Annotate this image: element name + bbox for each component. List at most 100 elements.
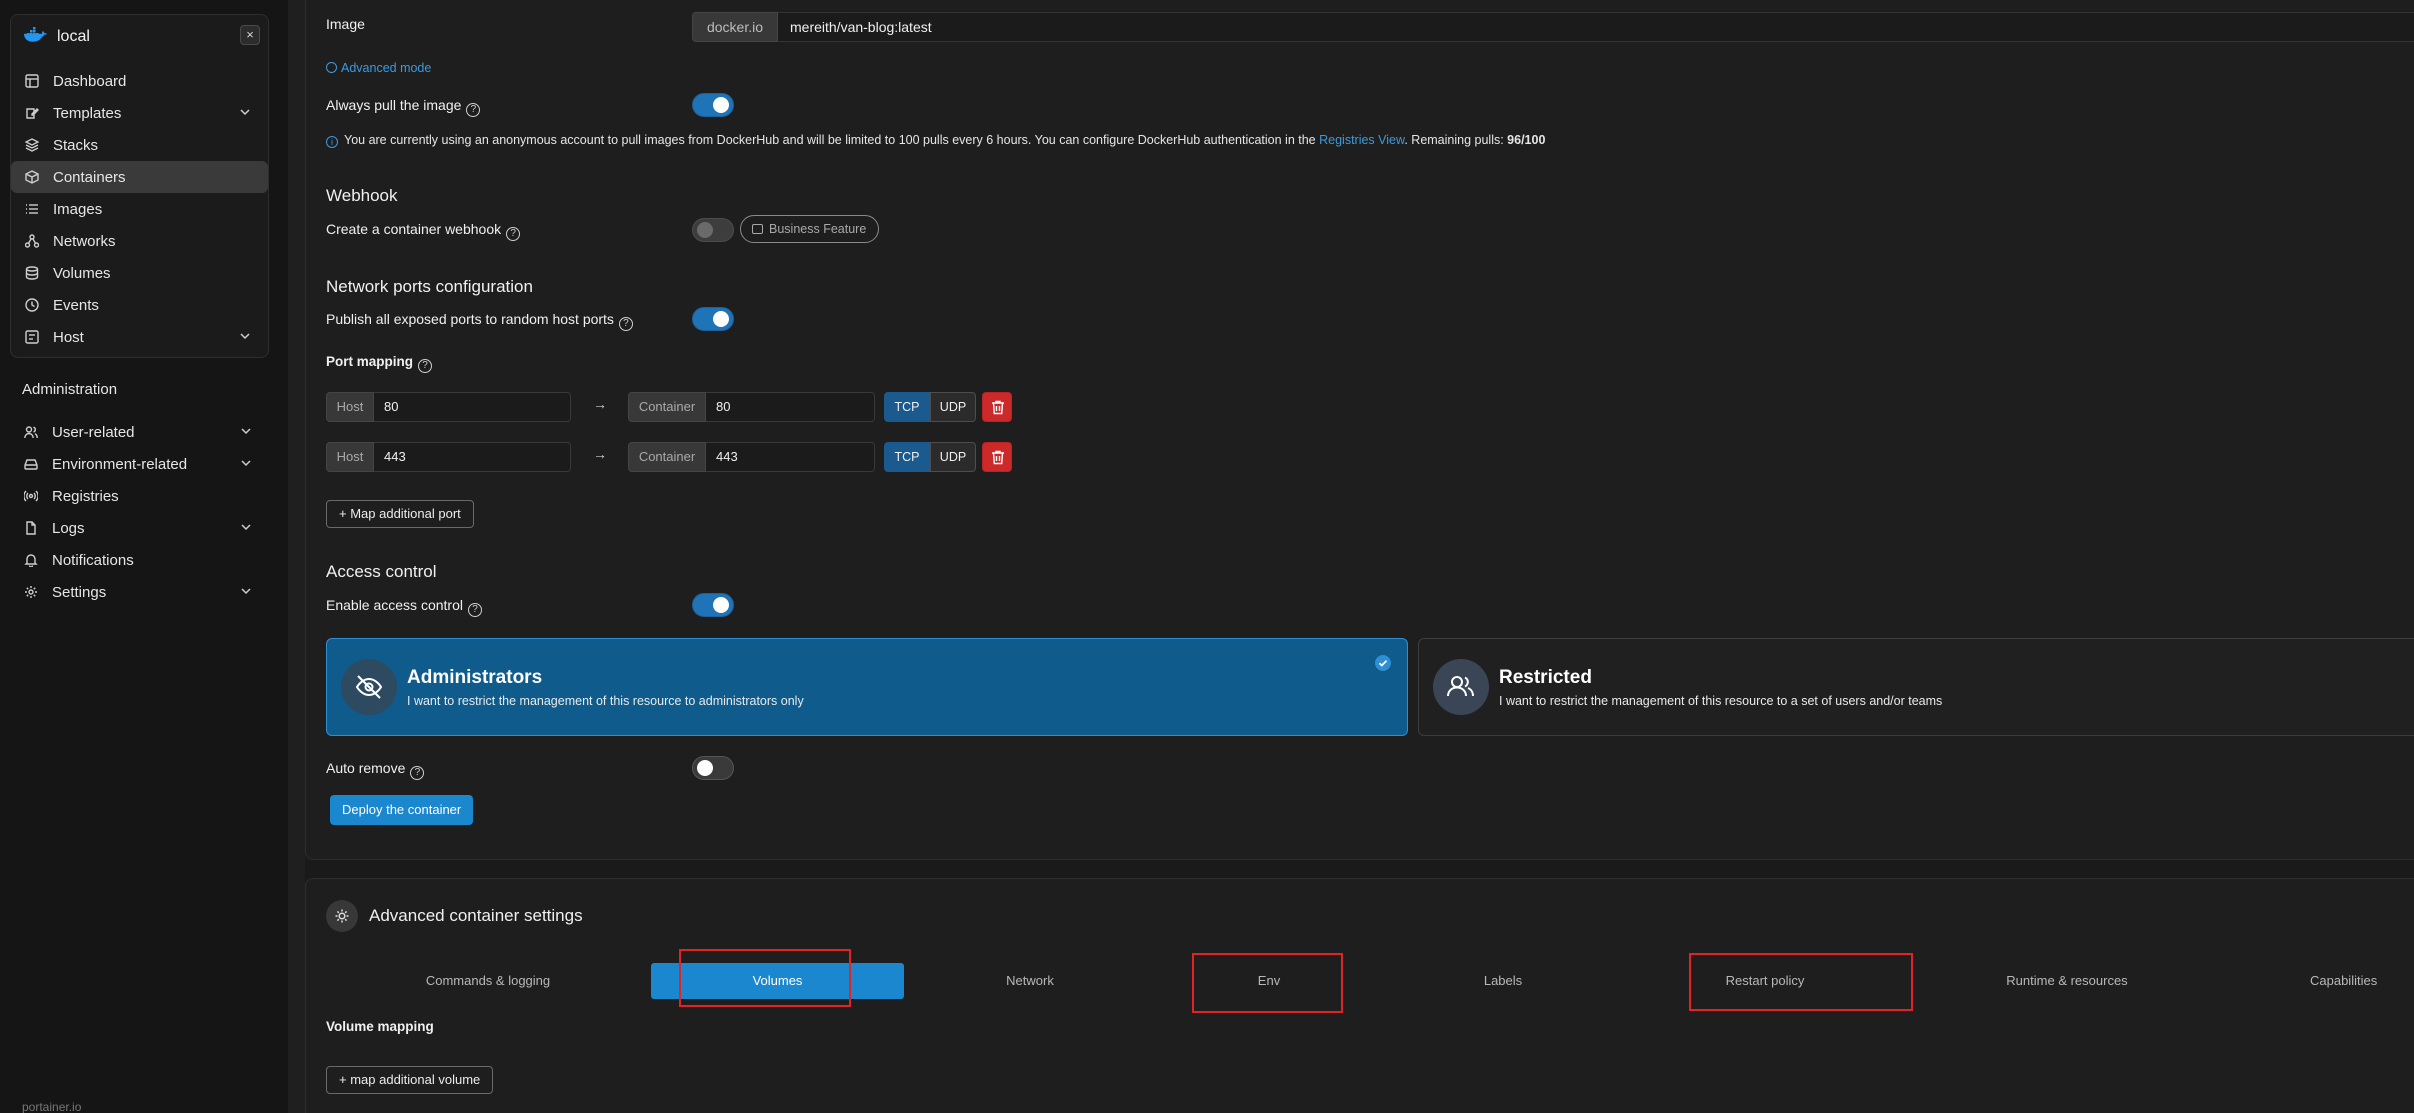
publish-ports-toggle[interactable] — [692, 307, 734, 331]
highlight-box-volumes — [679, 949, 851, 1007]
host-prefix: Host — [326, 392, 374, 422]
auto-remove-toggle[interactable] — [692, 756, 734, 780]
chevron-down-icon — [239, 584, 253, 598]
nav-stacks[interactable]: Stacks — [11, 129, 268, 161]
tab-labels[interactable]: Labels — [1390, 963, 1616, 999]
webhook-toggle[interactable] — [692, 218, 734, 242]
port-mapping-row: Host 443 → Container 443 TCP UDP — [326, 442, 1026, 472]
toggle-knob — [697, 222, 713, 238]
nav-images[interactable]: Images — [11, 193, 268, 225]
docker-whale-icon — [23, 27, 47, 47]
nav-networks[interactable]: Networks — [11, 225, 268, 257]
nav-templates[interactable]: Templates — [11, 97, 268, 129]
volume-mapping-heading: Volume mapping — [326, 1019, 434, 1034]
nav-settings[interactable]: Settings — [10, 576, 269, 608]
tcp-toggle[interactable]: TCP — [884, 442, 930, 472]
nav-label: Host — [53, 328, 84, 346]
nav-label: Templates — [53, 104, 122, 122]
container-port-input[interactable]: 443 — [706, 442, 875, 472]
stacks-icon — [25, 138, 39, 152]
nav-user-related[interactable]: User-related — [10, 416, 269, 448]
chevron-down-icon — [238, 329, 252, 343]
administration-nav: User-related Environment-related Registr… — [10, 416, 269, 608]
delete-port-button[interactable] — [982, 442, 1012, 472]
udp-toggle[interactable]: UDP — [930, 392, 976, 422]
udp-toggle[interactable]: UDP — [930, 442, 976, 472]
port-mapping-label: Port mapping? — [326, 354, 432, 373]
info-text-remaining: . Remaining pulls: — [1404, 133, 1508, 147]
registries-view-link[interactable]: Registries View — [1319, 133, 1404, 147]
tab-runtime-resources[interactable]: Runtime & resources — [1950, 963, 2184, 999]
environment-icon — [24, 457, 38, 471]
map-additional-volume-button[interactable]: + map additional volume — [326, 1066, 494, 1094]
toggle-knob — [713, 311, 729, 327]
container-prefix: Container — [628, 392, 706, 422]
dockerhub-info-message: i You are currently using an anonymous ac… — [326, 133, 1545, 148]
bell-icon — [24, 553, 38, 567]
chevron-down-icon — [239, 424, 253, 438]
nav-notifications[interactable]: Notifications — [10, 544, 269, 576]
map-additional-port-button[interactable]: + Map additional port — [326, 500, 474, 528]
restricted-option-card[interactable]: Restricted I want to restrict the manage… — [1418, 638, 2414, 736]
port-mapping-text: Port mapping — [326, 354, 413, 369]
administrators-option-card[interactable]: Administrators I want to restrict the ma… — [326, 638, 1408, 736]
close-environment-button[interactable]: × — [240, 25, 260, 45]
restricted-title: Restricted — [1499, 667, 1592, 688]
business-feature-badge: Business Feature — [740, 215, 880, 243]
clock-icon — [25, 298, 39, 312]
webhook-label: Create a container webhook? — [326, 221, 521, 241]
check-circle-icon — [1375, 655, 1391, 671]
auto-remove-label: Auto remove? — [326, 760, 425, 780]
container-prefix: Container — [628, 442, 706, 472]
tab-network[interactable]: Network — [915, 963, 1145, 999]
always-pull-label: Always pull the image? — [326, 97, 481, 117]
help-icon: ? — [618, 317, 633, 331]
nav-logs[interactable]: Logs — [10, 512, 269, 544]
help-icon: ? — [467, 603, 482, 617]
images-icon — [25, 202, 39, 216]
tab-capabilities[interactable]: Capabilities — [2310, 963, 2414, 999]
nav-containers[interactable]: Containers — [11, 161, 268, 193]
webhook-heading: Webhook — [326, 186, 398, 205]
nav-volumes[interactable]: Volumes — [11, 257, 268, 289]
environment-nav: Dashboard Templates Stacks Containers Im… — [11, 65, 268, 353]
highlight-box-restart-policy — [1689, 953, 1913, 1011]
always-pull-toggle[interactable] — [692, 93, 734, 117]
info-icon: i — [326, 136, 338, 148]
publish-ports-label: Publish all exposed ports to random host… — [326, 311, 633, 331]
always-pull-text: Always pull the image — [326, 97, 462, 113]
image-input[interactable]: mereith/van-blog:latest — [778, 12, 2414, 42]
auto-remove-text: Auto remove — [326, 760, 406, 776]
container-port-input[interactable]: 80 — [706, 392, 875, 422]
nav-registries[interactable]: Registries — [10, 480, 269, 512]
administrators-description: I want to restrict the management of thi… — [407, 694, 804, 708]
image-label: Image — [326, 16, 365, 32]
deploy-container-button[interactable]: Deploy the container — [330, 795, 474, 825]
access-control-toggle[interactable] — [692, 593, 734, 617]
delete-port-button[interactable] — [982, 392, 1012, 422]
gear-icon — [24, 585, 38, 599]
access-control-text: Enable access control — [326, 597, 463, 613]
nav-environment-related[interactable]: Environment-related — [10, 448, 269, 480]
advanced-mode-link[interactable]: Advanced mode — [326, 61, 431, 75]
logs-icon — [24, 521, 38, 535]
trash-icon — [992, 400, 1004, 415]
nav-label: Events — [53, 296, 99, 314]
restricted-description: I want to restrict the management of thi… — [1499, 694, 1943, 708]
environment-header: local — [23, 25, 258, 49]
nav-label: Stacks — [53, 136, 99, 154]
nav-events[interactable]: Events — [11, 289, 268, 321]
host-port-input[interactable]: 80 — [374, 392, 571, 422]
trash-icon — [992, 450, 1004, 465]
nav-label: User-related — [52, 423, 135, 441]
nav-host[interactable]: Host — [11, 321, 268, 353]
administrators-title: Administrators — [407, 667, 543, 688]
tcp-toggle[interactable]: TCP — [884, 392, 930, 422]
eye-off-icon — [341, 659, 397, 715]
toggle-knob — [697, 760, 713, 776]
host-port-input[interactable]: 443 — [374, 442, 571, 472]
nav-dashboard[interactable]: Dashboard — [11, 65, 268, 97]
network-ports-heading: Network ports configuration — [326, 277, 533, 296]
tab-commands-logging[interactable]: Commands & logging — [372, 963, 604, 999]
nav-label: Registries — [52, 487, 119, 505]
